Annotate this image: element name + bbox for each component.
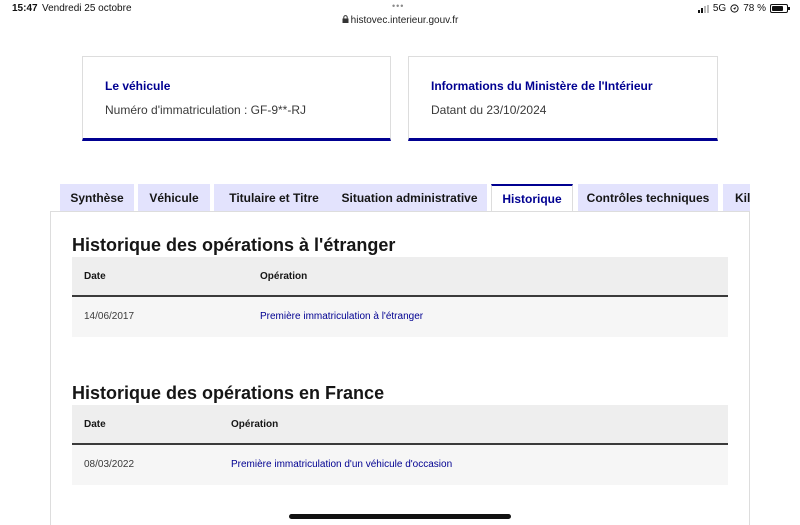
- ministry-card-title: Informations du Ministère de l'Intérieur: [431, 79, 653, 93]
- table-row: 14/06/2017 Première immatriculation à l'…: [72, 297, 728, 337]
- tab-synthese[interactable]: Synthèse: [60, 184, 134, 212]
- signal-icon: [697, 4, 709, 13]
- column-header-date: Date: [84, 271, 106, 282]
- status-indicators: 5G 78 %: [697, 3, 790, 14]
- url-text: histovec.interieur.gouv.fr: [350, 15, 459, 26]
- column-header-date: Date: [84, 419, 106, 430]
- tab-vehicule[interactable]: Véhicule: [138, 184, 210, 212]
- status-date: Vendredi 25 octobre: [42, 3, 132, 14]
- ios-status-bar: 15:47 Vendredi 25 octobre ••• histovec.i…: [0, 0, 800, 30]
- section-title-foreign: Historique des opérations à l'étranger: [72, 235, 396, 255]
- tab-situation-administrative[interactable]: Situation administrative: [332, 184, 487, 212]
- column-header-operation: Opération: [231, 419, 279, 430]
- vehicle-card: Le véhicule Numéro d'immatriculation : G…: [82, 56, 391, 141]
- row-operation: Première immatriculation d'un véhicule d…: [231, 459, 453, 470]
- battery-level: [772, 6, 783, 11]
- foreign-history-table: Date Opération 14/06/2017 Première immat…: [72, 257, 728, 337]
- home-indicator[interactable]: [289, 514, 511, 519]
- address-bar[interactable]: histovec.interieur.gouv.fr: [0, 15, 800, 26]
- table-header: Date Opération: [72, 405, 728, 445]
- france-history-table: Date Opération 08/03/2022 Première immat…: [72, 405, 728, 485]
- more-dots-icon[interactable]: •••: [392, 1, 404, 11]
- status-time: 15:47: [12, 3, 38, 14]
- tab-historique[interactable]: Historique: [491, 184, 573, 212]
- battery-percent: 78 %: [743, 3, 766, 14]
- data-date: Datant du 23/10/2024: [431, 103, 547, 117]
- section-title-france: Historique des opérations en France: [72, 383, 385, 403]
- row-date: 14/06/2017: [84, 311, 135, 322]
- row-operation: Première immatriculation à l'étranger: [260, 311, 424, 322]
- lock-icon: [342, 15, 349, 23]
- table-header: Date Opération: [72, 257, 728, 297]
- vehicle-card-title: Le véhicule: [105, 79, 171, 93]
- tab-bar: Synthèse Véhicule Titulaire et Titre Sit…: [60, 184, 750, 212]
- network-label: 5G: [712, 3, 727, 14]
- tab-controles-techniques[interactable]: Contrôles techniques: [578, 184, 718, 212]
- registration-number: Numéro d'immatriculation : GF-9**-RJ: [105, 103, 307, 117]
- column-header-operation: Opération: [260, 271, 308, 282]
- table-row: 08/03/2022 Première immatriculation d'un…: [72, 445, 728, 485]
- location-icon: [730, 4, 739, 13]
- tab-kilometrage[interactable]: Kilo: [723, 184, 750, 212]
- battery-icon: [770, 4, 790, 13]
- tab-titulaire-titre[interactable]: Titulaire et Titre: [214, 184, 334, 212]
- ministry-info-card: Informations du Ministère de l'Intérieur…: [408, 56, 718, 141]
- row-date: 08/03/2022: [84, 459, 135, 470]
